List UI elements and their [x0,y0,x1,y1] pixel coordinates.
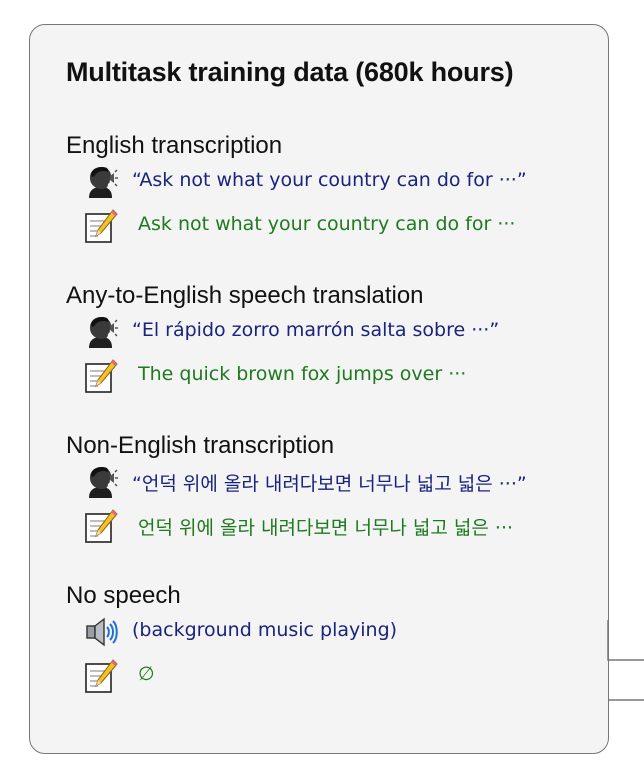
input-row: “언덕 위에 올라 내려다보면 너무나 넓고 넓은 ···” [66,465,606,509]
output-text: ∅ [138,663,155,685]
output-row: Ask not what your country can do for ··· [66,209,606,253]
section-no-speech: No speech (background music playing) ∅ [66,581,606,703]
speaker-icon [84,615,118,649]
input-text: “Ask not what your country can do for ··… [132,169,527,191]
input-row: “Ask not what your country can do for ··… [66,165,606,209]
section-title: Non-English transcription [66,432,335,459]
memo-icon [84,509,118,543]
input-row: “El rápido zorro marrón salta sobre ···” [66,315,606,359]
section-title: Any-to-English speech translation [66,282,424,309]
output-row: The quick brown fox jumps over ··· [66,359,606,403]
section-non-english-transcription: Non-English transcription “언덕 위에 올라 내려다보… [66,431,606,553]
speaking-head-icon [84,165,118,199]
section-speech-translation: Any-to-English speech translation “El rá… [66,281,606,403]
connector-line [607,620,644,701]
memo-icon [84,209,118,243]
memo-icon [84,659,118,693]
input-text: “언덕 위에 올라 내려다보면 너무나 넓고 넓은 ···” [132,473,527,495]
output-text: 언덕 위에 올라 내려다보면 너무나 넓고 넓은 ··· [138,517,514,539]
input-row: (background music playing) [66,615,606,659]
output-row: 언덕 위에 올라 내려다보면 너무나 넓고 넓은 ··· [66,509,606,553]
output-text: Ask not what your country can do for ··· [138,213,516,235]
panel-title: Multitask training data (680k hours) [66,57,514,87]
memo-icon [84,359,118,393]
training-data-panel: Multitask training data (680k hours) Eng… [29,24,609,754]
output-text: The quick brown fox jumps over ··· [138,363,467,385]
section-english-transcription: English transcription “Ask not what your… [66,131,606,253]
output-row: ∅ [66,659,606,703]
section-title: No speech [66,582,181,609]
input-text: (background music playing) [132,619,398,641]
speaking-head-icon [84,465,118,499]
input-text: “El rápido zorro marrón salta sobre ···” [132,319,500,341]
section-title: English transcription [66,132,283,159]
speaking-head-icon [84,315,118,349]
